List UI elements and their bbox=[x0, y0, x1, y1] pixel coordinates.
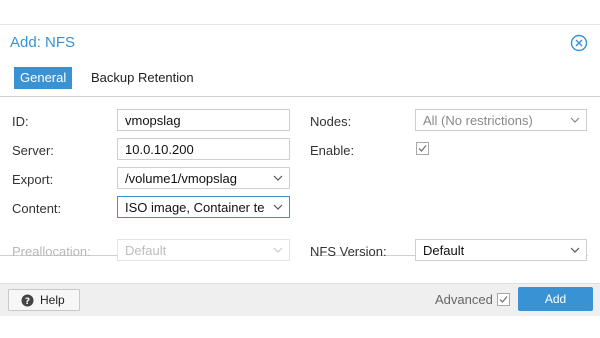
help-button[interactable]: ? Help bbox=[8, 289, 80, 311]
dialog-title: Add: NFS bbox=[10, 34, 76, 51]
export-select[interactable]: /volume1/vmopslag bbox=[117, 167, 290, 189]
content-value: ISO image, Container te bbox=[125, 200, 265, 215]
question-circle-icon: ? bbox=[21, 294, 34, 307]
nodes-select[interactable]: All (No restrictions) bbox=[415, 109, 587, 131]
id-value: vmopslag bbox=[125, 113, 181, 128]
export-label: Export: bbox=[12, 172, 54, 187]
dialog-footer: ? Help Advanced Add bbox=[0, 283, 600, 316]
server-field[interactable]: 10.0.10.200 bbox=[117, 138, 290, 160]
server-value: 10.0.10.200 bbox=[125, 142, 194, 157]
chevron-down-icon bbox=[273, 247, 283, 253]
nodes-value: All (No restrictions) bbox=[423, 113, 533, 128]
nfs-version-value: Default bbox=[423, 243, 465, 258]
tab-backup-retention[interactable]: Backup Retention bbox=[91, 67, 194, 89]
content-select[interactable]: ISO image, Container te bbox=[117, 196, 290, 218]
preallocation-label: Preallocation: bbox=[12, 244, 91, 259]
add-nfs-dialog: Add: NFS General Backup Retention ID: vm… bbox=[0, 24, 600, 316]
svg-text:?: ? bbox=[25, 297, 30, 307]
advanced-label: Advanced bbox=[435, 292, 493, 307]
enable-checkbox[interactable] bbox=[416, 142, 429, 155]
chevron-down-icon[interactable] bbox=[273, 202, 283, 212]
content-label: Content: bbox=[12, 201, 62, 216]
chevron-down-icon[interactable] bbox=[570, 115, 580, 125]
checkmark-icon bbox=[418, 145, 427, 152]
id-field[interactable]: vmopslag bbox=[117, 109, 290, 131]
enable-label: Enable: bbox=[310, 143, 355, 158]
close-icon[interactable] bbox=[570, 34, 588, 52]
add-button[interactable]: Add bbox=[518, 287, 593, 311]
advanced-checkbox[interactable] bbox=[497, 293, 510, 306]
chevron-down-icon[interactable] bbox=[273, 173, 283, 183]
tab-general[interactable]: General bbox=[14, 67, 73, 89]
export-value: /volume1/vmopslag bbox=[125, 171, 237, 186]
checkmark-icon bbox=[499, 296, 508, 303]
tab-bar: General Backup Retention bbox=[0, 59, 600, 97]
help-label: Help bbox=[40, 293, 65, 307]
preallocation-value: Default bbox=[125, 243, 167, 258]
nfs-version-select[interactable]: Default bbox=[415, 239, 587, 261]
server-label: Server: bbox=[12, 143, 54, 158]
id-label: ID: bbox=[12, 114, 29, 129]
preallocation-select: Default bbox=[117, 239, 290, 261]
dialog-titlebar: Add: NFS bbox=[0, 25, 600, 59]
nodes-label: Nodes: bbox=[310, 114, 352, 129]
chevron-down-icon[interactable] bbox=[570, 245, 580, 255]
nfs-version-label: NFS Version: bbox=[310, 244, 387, 259]
